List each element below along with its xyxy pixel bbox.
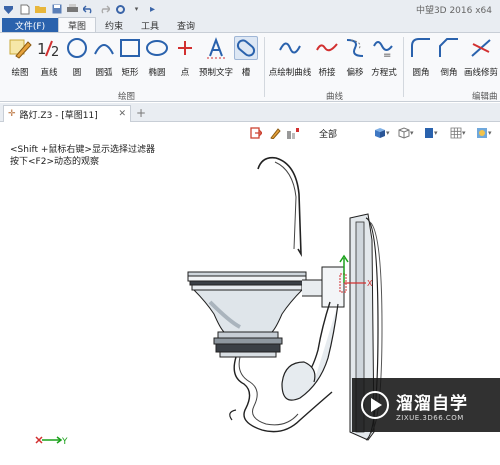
lamp-rim <box>187 271 307 291</box>
axis-indicator: Y <box>35 436 68 447</box>
draw-tool-button[interactable]: 绘图 <box>4 36 36 78</box>
ellipse-icon <box>145 36 169 60</box>
trim-tool-button[interactable]: 画线修剪 <box>462 36 500 78</box>
offset-tool-button[interactable]: 偏移 <box>339 36 371 78</box>
open-folder-icon[interactable] <box>35 4 46 15</box>
equation-icon: = <box>372 36 396 60</box>
text-tool-button[interactable]: 预制文字 <box>199 36 233 78</box>
group-divider <box>403 37 404 97</box>
lamp-bowl <box>192 289 304 333</box>
run-icon[interactable]: ▸ <box>147 4 158 15</box>
line-icon: 12 <box>37 36 61 60</box>
tab-file[interactable]: 文件(F) <box>2 18 58 32</box>
svg-text:=: = <box>383 50 391 60</box>
arc-icon <box>92 36 116 60</box>
new-tab-button[interactable]: + <box>136 106 146 120</box>
ribbon: 绘图 12 直线 圆 圆弧 矩形 椭圆 点 预制文字 槽 绘图 点绘制曲线 桥接… <box>0 33 500 102</box>
tab-constraint[interactable]: 约束 <box>96 18 132 32</box>
svg-text:1: 1 <box>37 40 47 58</box>
edit-group-label: 编辑曲 <box>472 92 498 102</box>
circle-icon <box>65 36 89 60</box>
tab-tools[interactable]: 工具 <box>132 18 168 32</box>
point-icon <box>173 36 197 60</box>
chamfer-icon <box>437 36 461 60</box>
drawing-canvas[interactable]: 全部 ▾ ▾ ▾ ▾ ▾ <Shift +鼠标右键>显示选择过滤器 按下<F2>… <box>0 122 500 465</box>
fillet-icon <box>409 36 433 60</box>
document-tab-label: 路灯.Z3 - [草图11] <box>19 110 98 121</box>
slot-icon <box>234 36 258 60</box>
group-divider <box>264 37 265 97</box>
redo-icon[interactable] <box>99 4 110 15</box>
slot-tool-button[interactable]: 槽 <box>230 36 262 78</box>
svg-text:2: 2 <box>51 45 59 60</box>
quick-access-toolbar: ▾ ▸ <box>0 4 158 15</box>
ribbon-tabs: 文件(F) 草图 约束 工具 查询 <box>0 17 500 33</box>
print-icon[interactable] <box>67 4 78 15</box>
app-logo-icon[interactable] <box>3 4 14 15</box>
draw-group-label: 绘图 <box>118 92 136 102</box>
new-file-icon[interactable] <box>19 4 30 15</box>
equation-tool-button[interactable]: = 方程式 <box>369 36 399 78</box>
title-bar: ▾ ▸ 中望3D 2016 x64 <box>0 0 500 18</box>
app-title: 中望3D 2016 x64 <box>415 6 492 16</box>
watermark: 溜溜自学 ZIXUE.3D66.COM <box>352 378 500 432</box>
dropdown-icon[interactable]: ▾ <box>131 4 142 15</box>
curve-group-label: 曲线 <box>326 92 344 102</box>
document-tab[interactable]: ✛ 路灯.Z3 - [草图11] ✕ <box>3 105 131 122</box>
tab-query[interactable]: 查询 <box>168 18 204 32</box>
save-icon[interactable] <box>51 4 62 15</box>
lamp-base-rings <box>213 331 283 358</box>
offset-icon <box>343 36 367 60</box>
close-icon[interactable]: ✕ <box>118 109 126 119</box>
gear-icon[interactable] <box>115 4 126 15</box>
trim-icon <box>469 36 493 60</box>
bridge-icon <box>315 36 339 60</box>
undo-icon[interactable] <box>83 4 94 15</box>
pin-icon: ✛ <box>8 109 16 119</box>
spline-icon <box>278 36 302 60</box>
point-tool-button[interactable]: 点 <box>169 36 201 78</box>
lamp-wire-inner <box>274 161 297 250</box>
watermark-title: 溜溜自学 <box>396 393 468 414</box>
svg-text:Y: Y <box>61 437 68 447</box>
watermark-subtitle: ZIXUE.3D66.COM <box>396 413 464 422</box>
chamfer-tool-button[interactable]: 倒角 <box>433 36 465 78</box>
document-tab-bar: ✛ 路灯.Z3 - [草图11] ✕ + <box>0 103 500 122</box>
play-logo-icon <box>361 391 389 419</box>
pencil-icon <box>8 36 32 60</box>
text-icon <box>204 36 228 60</box>
tab-sketch[interactable]: 草图 <box>58 17 97 32</box>
spline-tool-button[interactable]: 点绘制曲线 <box>269 36 311 78</box>
rectangle-icon <box>118 36 142 60</box>
svg-text:X: X <box>367 279 373 288</box>
